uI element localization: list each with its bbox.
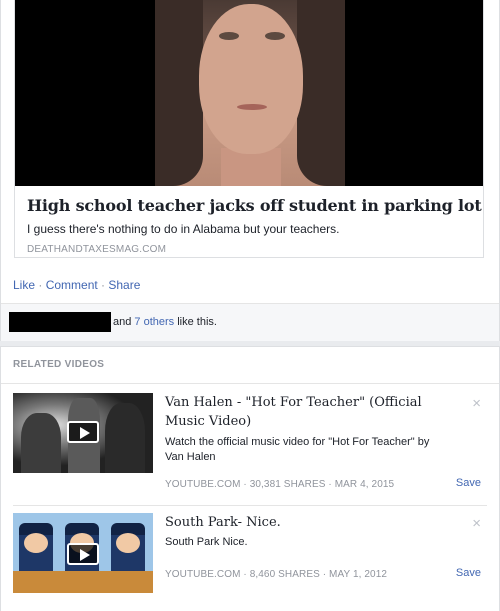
play-icon[interactable] bbox=[67, 543, 99, 565]
portrait-image bbox=[155, 0, 345, 186]
save-button[interactable]: Save bbox=[456, 477, 481, 489]
separator: · bbox=[97, 278, 109, 292]
related-videos-header: RELATED VIDEOS bbox=[13, 359, 105, 370]
video-description: Watch the official music video for "Hot … bbox=[165, 436, 430, 463]
article-photo[interactable] bbox=[15, 0, 483, 186]
likes-bar: and 7 others like this. bbox=[1, 303, 499, 341]
share-link[interactable]: Share bbox=[108, 278, 140, 292]
post-actions: Like · Comment · Share bbox=[13, 278, 140, 292]
article-description: I guess there's nothing to do in Alabama… bbox=[27, 222, 340, 236]
redacted-name bbox=[9, 312, 111, 332]
save-button[interactable]: Save bbox=[456, 567, 481, 579]
link-preview[interactable]: High school teacher jacks off student in… bbox=[14, 0, 484, 258]
related-videos-panel: RELATED VIDEOS Van Halen - "Hot For Teac… bbox=[0, 346, 500, 611]
video-title[interactable]: South Park- Nice. bbox=[165, 513, 451, 532]
close-icon[interactable]: × bbox=[472, 516, 481, 531]
close-icon[interactable]: × bbox=[472, 396, 481, 411]
comment-link[interactable]: Comment bbox=[46, 278, 98, 292]
separator: · bbox=[35, 278, 46, 292]
likes-prefix: and bbox=[113, 316, 135, 328]
video-meta: YOUTUBE.COM · 8,460 SHARES · MAY 1, 2012 bbox=[165, 569, 388, 580]
likes-suffix: like this. bbox=[174, 316, 217, 328]
video-title[interactable]: Van Halen - "Hot For Teacher" (Official … bbox=[165, 393, 451, 431]
video-thumbnail[interactable] bbox=[13, 393, 153, 473]
post-card: High school teacher jacks off student in… bbox=[0, 0, 500, 341]
divider bbox=[1, 383, 499, 384]
related-video-item[interactable]: South Park- Nice. South Park Nice. YOUTU… bbox=[13, 513, 487, 603]
video-thumbnail[interactable] bbox=[13, 513, 153, 593]
article-domain: DEATHANDTAXESMAG.COM bbox=[27, 244, 167, 255]
like-link[interactable]: Like bbox=[13, 278, 35, 292]
related-video-item[interactable]: Van Halen - "Hot For Teacher" (Official … bbox=[13, 393, 487, 506]
likes-summary: and 7 others like this. bbox=[113, 316, 217, 328]
article-headline[interactable]: High school teacher jacks off student in… bbox=[27, 196, 482, 215]
video-description: South Park Nice. bbox=[165, 536, 248, 548]
play-icon[interactable] bbox=[67, 421, 99, 443]
video-meta: YOUTUBE.COM · 30,381 SHARES · MAR 4, 201… bbox=[165, 479, 395, 490]
others-link[interactable]: 7 others bbox=[134, 316, 174, 328]
